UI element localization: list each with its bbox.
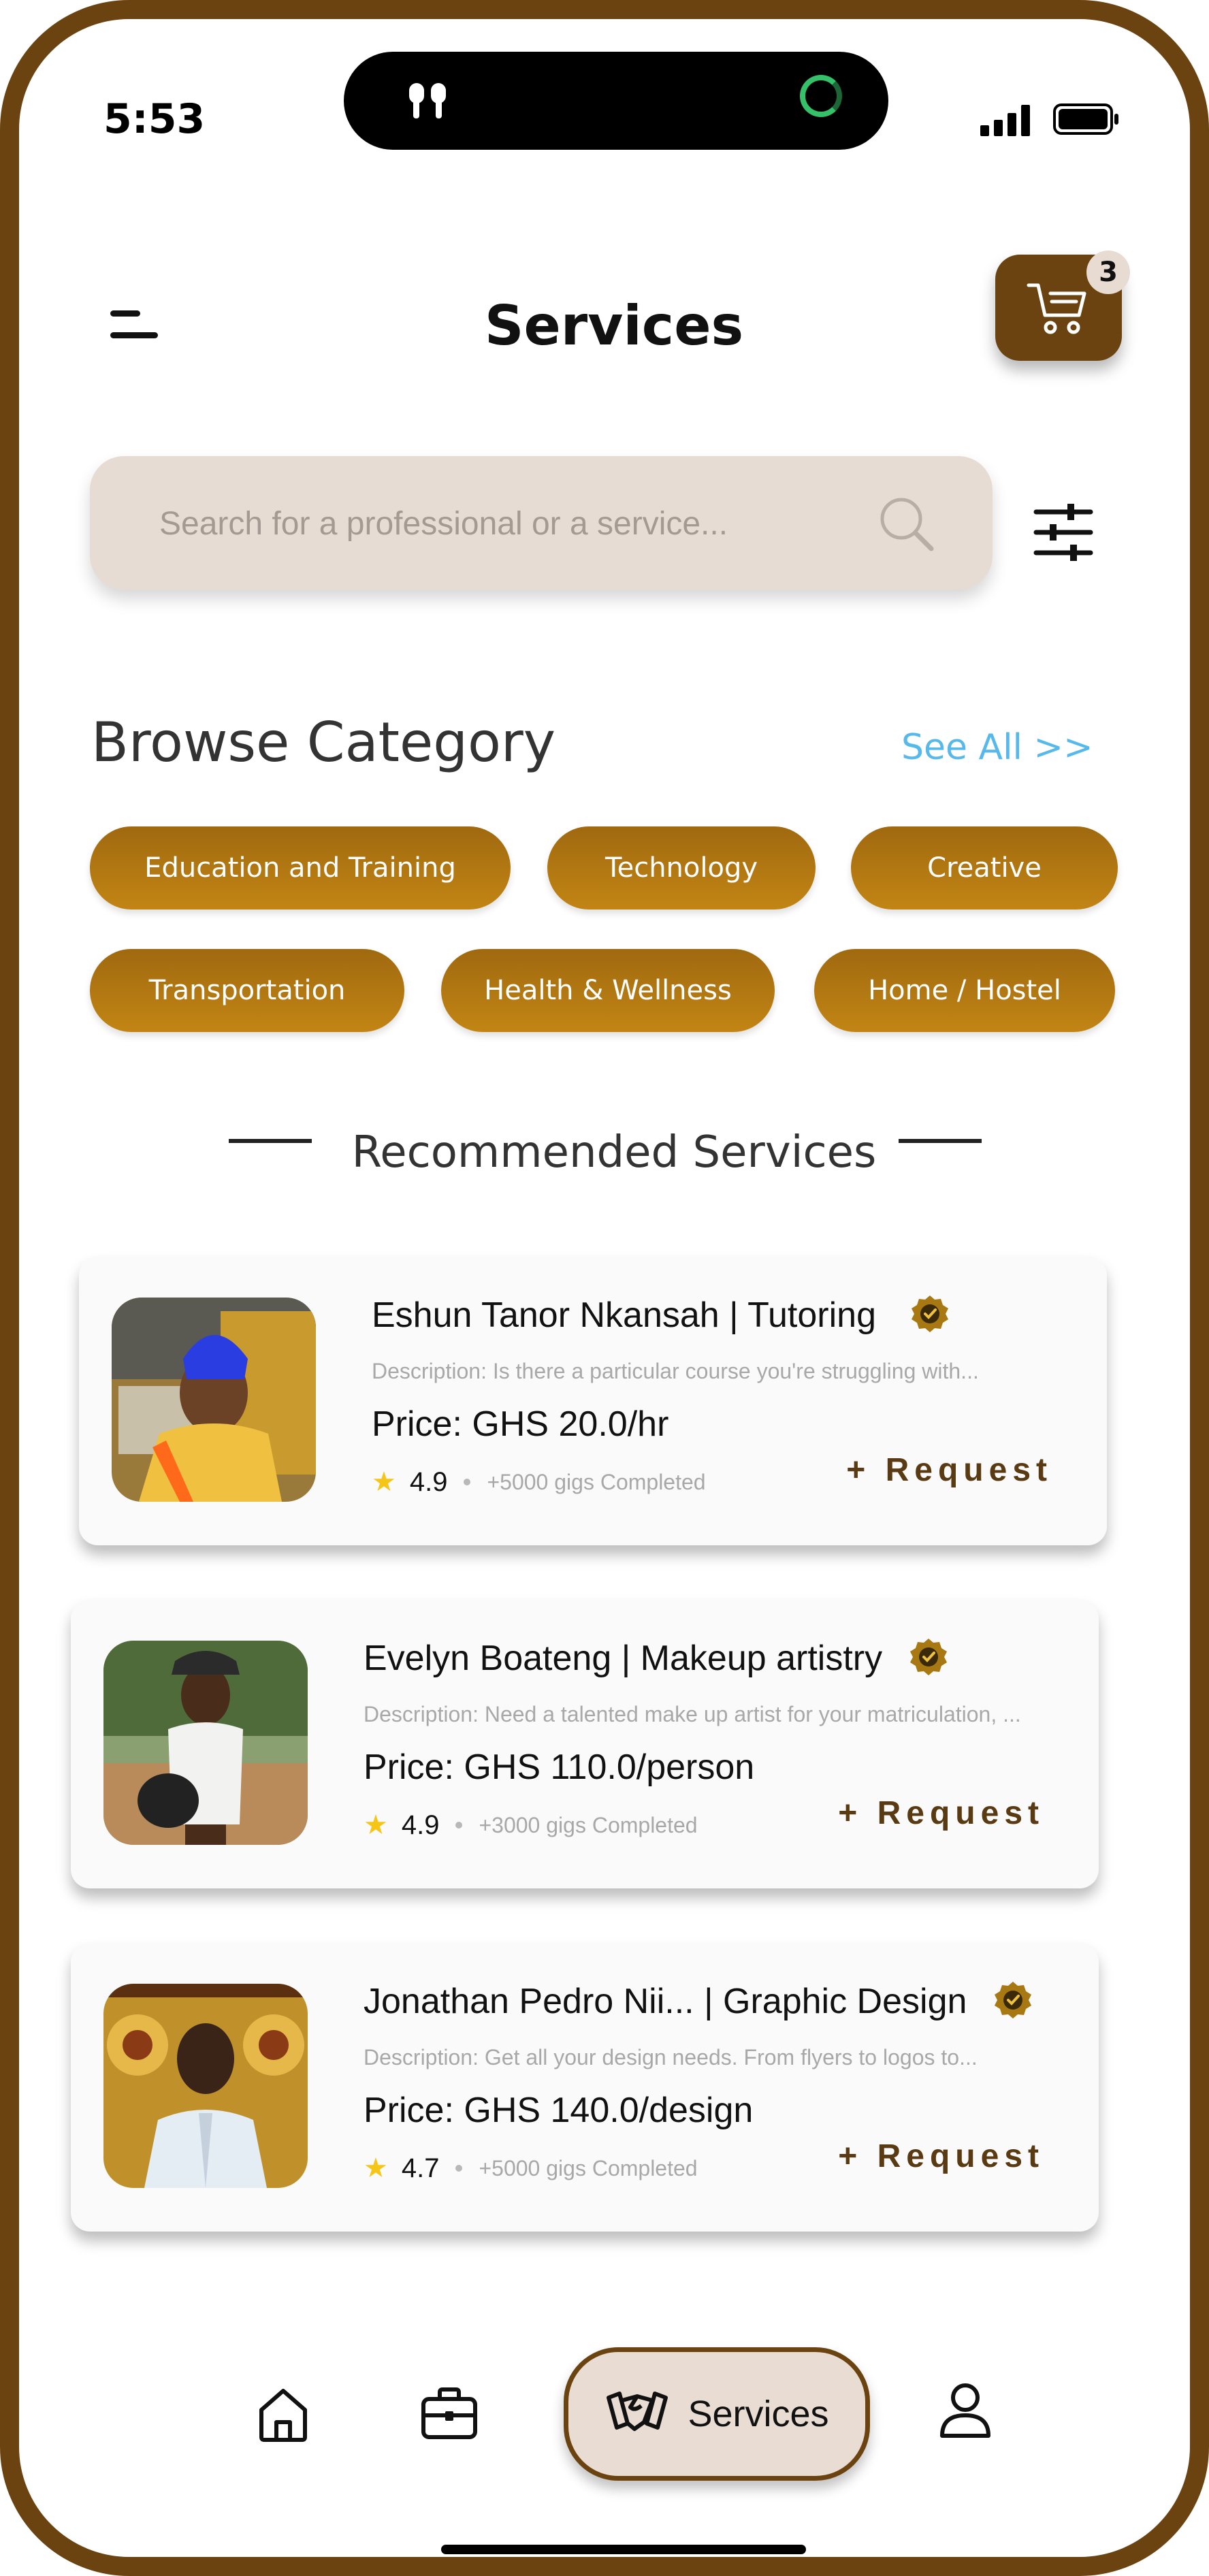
- cart-icon: [1025, 276, 1093, 340]
- category-chip-transportation[interactable]: Transportation: [90, 949, 404, 1032]
- service-price: Price: GHS 110.0/person: [364, 1748, 755, 1787]
- verified-badge-icon: [993, 1980, 1033, 2023]
- service-card[interactable]: Jonathan Pedro Nii... | Graphic Design D…: [71, 1943, 1099, 2232]
- separator-dot: [455, 1822, 463, 1829]
- handshake-icon: [604, 2384, 670, 2444]
- star-icon: ★: [364, 2153, 388, 2184]
- service-description: Description: Get all your design needs. …: [364, 2045, 978, 2070]
- rating-value: 4.9: [409, 1466, 448, 1497]
- request-button[interactable]: + Request: [838, 1794, 1044, 1832]
- cart-count-badge: 3: [1086, 251, 1130, 294]
- service-description: Description: Need a talented make up art…: [364, 1702, 1021, 1726]
- service-price: Price: GHS 140.0/design: [364, 2091, 754, 2130]
- rating-value: 4.7: [401, 2153, 440, 2183]
- avatar: [103, 1641, 308, 1845]
- nav-services-active[interactable]: Services: [564, 2347, 870, 2481]
- rating-value: 4.9: [401, 1809, 440, 1840]
- battery-icon: [1052, 102, 1121, 136]
- request-button[interactable]: + Request: [838, 2138, 1044, 2175]
- service-name: Jonathan Pedro Nii... | Graphic Design: [364, 1982, 967, 2021]
- service-meta: ★ 4.9 +5000 gigs Completed: [372, 1466, 706, 1498]
- browse-category-title: Browse Category: [91, 711, 556, 774]
- service-description: Description: Is there a particular cours…: [372, 1359, 979, 1383]
- category-chip-education[interactable]: Education and Training: [90, 826, 511, 909]
- service-price: Price: GHS 20.0/hr: [372, 1404, 669, 1444]
- verified-badge-icon: [908, 1637, 949, 1680]
- category-chip-home-hostel[interactable]: Home / Hostel: [814, 949, 1115, 1032]
- separator-dot: [455, 2165, 463, 2172]
- recommended-title: Recommended Services: [351, 1127, 877, 1178]
- home-icon[interactable]: [252, 2383, 315, 2445]
- separator-dot: [464, 1479, 471, 1485]
- status-time: 5:53: [103, 95, 206, 143]
- divider-right: [899, 1139, 982, 1143]
- airpods-icon: [404, 78, 451, 128]
- gigs-completed: +5000 gigs Completed: [487, 1469, 706, 1494]
- service-card[interactable]: Eshun Tanor Nkansah | Tutoring Descripti…: [79, 1257, 1107, 1545]
- service-name: Evelyn Boateng | Makeup artistry: [364, 1639, 883, 1678]
- home-indicator[interactable]: [441, 2545, 806, 2554]
- service-meta: ★ 4.9 +3000 gigs Completed: [364, 1809, 698, 1841]
- briefcase-icon[interactable]: [418, 2381, 481, 2444]
- avatar: [112, 1298, 316, 1502]
- category-chip-creative[interactable]: Creative: [851, 826, 1118, 909]
- activity-ring-icon: [800, 75, 842, 117]
- phone-frame: 5:53 Services 3 Search for a professiona…: [0, 0, 1209, 2576]
- filter-icon[interactable]: [1032, 501, 1095, 566]
- see-all-link[interactable]: See All >>: [901, 727, 1093, 768]
- verified-badge-icon: [909, 1293, 950, 1337]
- star-icon: ★: [364, 1809, 388, 1841]
- nav-services-label: Services: [688, 2394, 829, 2434]
- star-icon: ★: [372, 1466, 396, 1498]
- avatar: [103, 1984, 308, 2188]
- gigs-completed: +5000 gigs Completed: [479, 2155, 698, 2180]
- category-chip-technology[interactable]: Technology: [547, 826, 816, 909]
- search-input[interactable]: [158, 489, 841, 558]
- service-card[interactable]: Evelyn Boateng | Makeup artistry Descrip…: [71, 1600, 1099, 1888]
- request-button[interactable]: + Request: [846, 1451, 1052, 1489]
- gigs-completed: +3000 gigs Completed: [479, 1812, 698, 1837]
- service-meta: ★ 4.7 +5000 gigs Completed: [364, 2153, 698, 2184]
- search-bar: [90, 456, 993, 590]
- signal-icon: [979, 103, 1033, 138]
- dynamic-island: [344, 52, 888, 150]
- search-icon[interactable]: [877, 494, 938, 558]
- service-name: Eshun Tanor Nkansah | Tutoring: [372, 1295, 876, 1335]
- category-chip-health-wellness[interactable]: Health & Wellness: [441, 949, 775, 1032]
- user-icon[interactable]: [934, 2379, 997, 2441]
